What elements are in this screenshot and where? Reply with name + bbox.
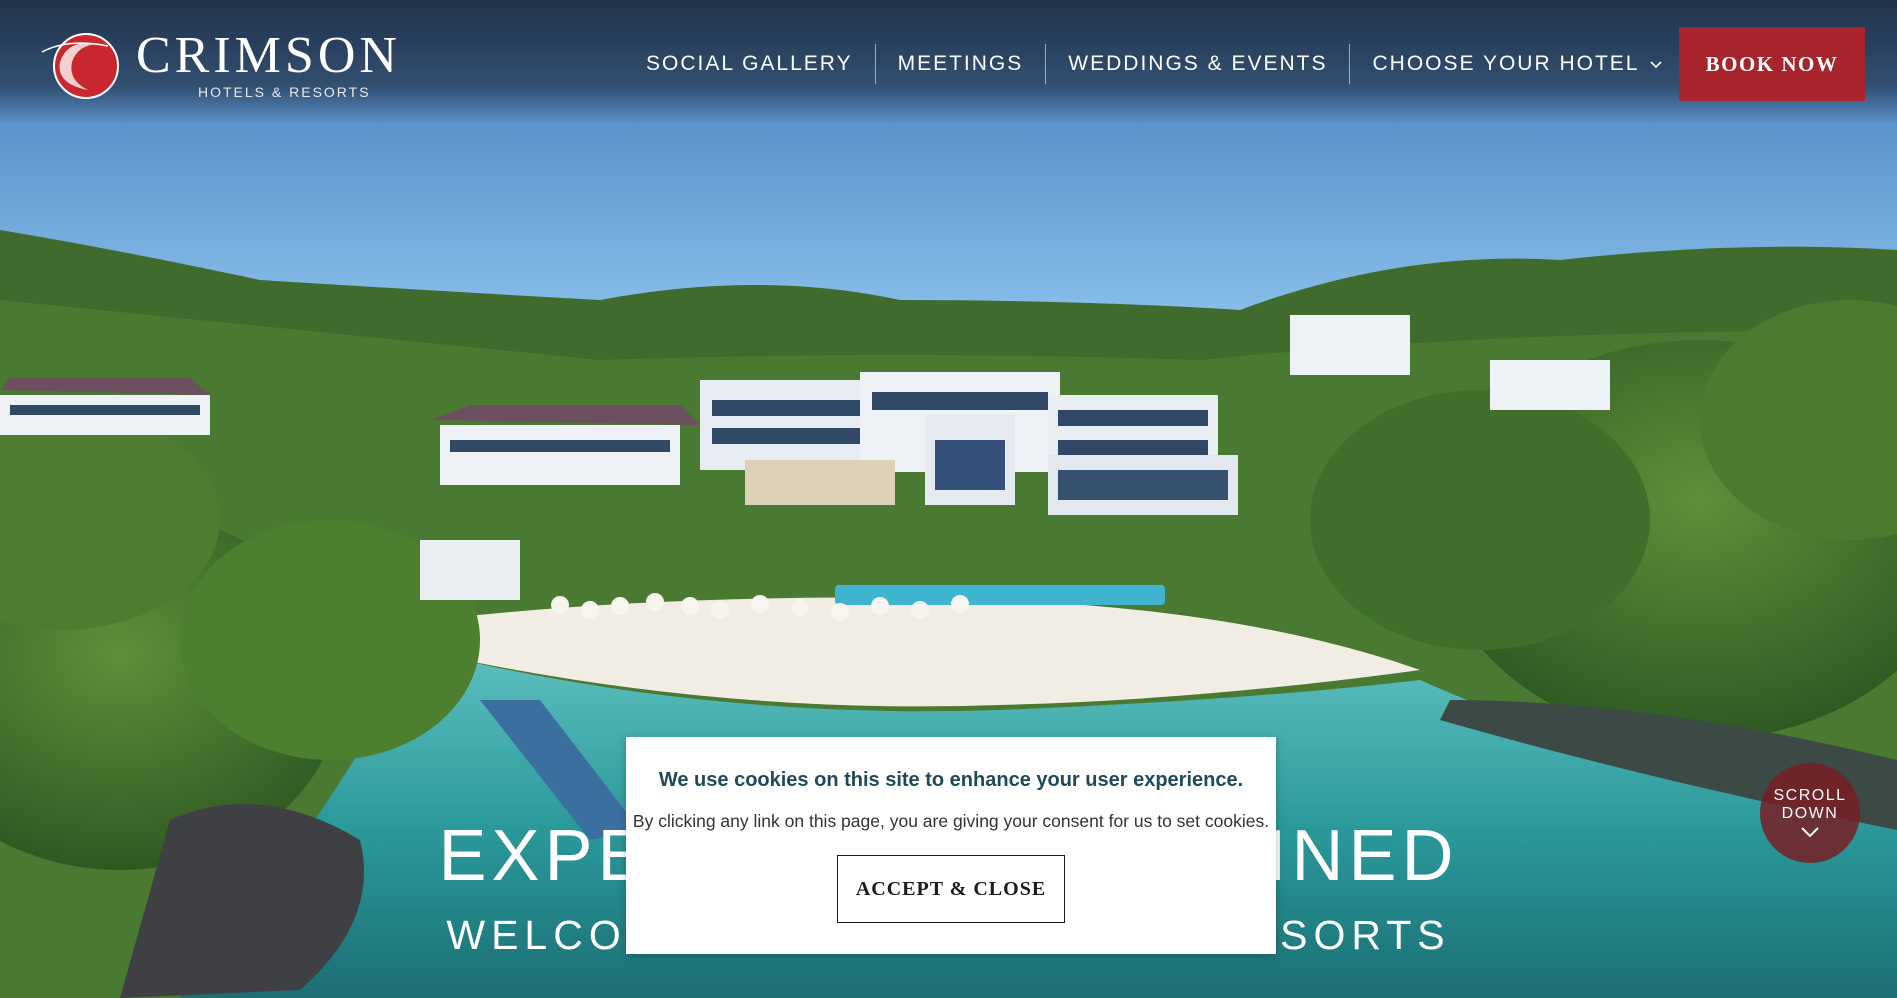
nav-item-label: SOCIAL GALLERY: [646, 52, 853, 75]
scroll-down-button[interactable]: SCROLL DOWN: [1760, 763, 1860, 863]
chevron-down-icon: [1801, 827, 1819, 838]
cookie-title: We use cookies on this site to enhance y…: [658, 769, 1244, 791]
nav-item-meetings[interactable]: MEETINGS: [874, 44, 1046, 84]
scroll-down-label: SCROLL DOWN: [1760, 787, 1860, 823]
chevron-down-icon: [1650, 61, 1663, 69]
brand-tagline: HOTELS & RESORTS: [198, 84, 371, 100]
scroll-label-line1: SCROLL: [1773, 787, 1847, 804]
main-nav: SOCIAL GALLERY MEETINGS WEDDINGS & EVENT…: [624, 44, 1685, 84]
nav-item-label: MEETINGS: [897, 52, 1024, 75]
hero-subtitle-right: ESORTS: [1246, 912, 1451, 958]
nav-item-label: CHOOSE YOUR HOTEL: [1372, 52, 1640, 75]
scroll-label-line2: DOWN: [1781, 805, 1839, 822]
hero-subtitle-left: WELCO: [446, 912, 627, 958]
brand-logo[interactable]: CRIMSON HOTELS & RESORTS: [38, 26, 418, 102]
nav-item-social-gallery[interactable]: SOCIAL GALLERY: [624, 44, 875, 84]
cookie-message: By clicking any link on this page, you a…: [632, 811, 1270, 831]
crimson-logo-icon: [41, 33, 119, 99]
site-header: CRIMSON HOTELS & RESORTS SOCIAL GALLERY …: [0, 0, 1897, 124]
cookie-consent-dialog: We use cookies on this site to enhance y…: [626, 737, 1276, 954]
brand-name: CRIMSON: [136, 27, 401, 84]
nav-item-choose-your-hotel[interactable]: CHOOSE YOUR HOTEL: [1349, 44, 1685, 84]
accept-close-button[interactable]: ACCEPT & CLOSE: [837, 855, 1065, 923]
book-now-button[interactable]: BOOK NOW: [1679, 27, 1865, 101]
nav-item-label: WEDDINGS & EVENTS: [1068, 52, 1328, 75]
nav-item-weddings-events[interactable]: WEDDINGS & EVENTS: [1045, 44, 1349, 84]
